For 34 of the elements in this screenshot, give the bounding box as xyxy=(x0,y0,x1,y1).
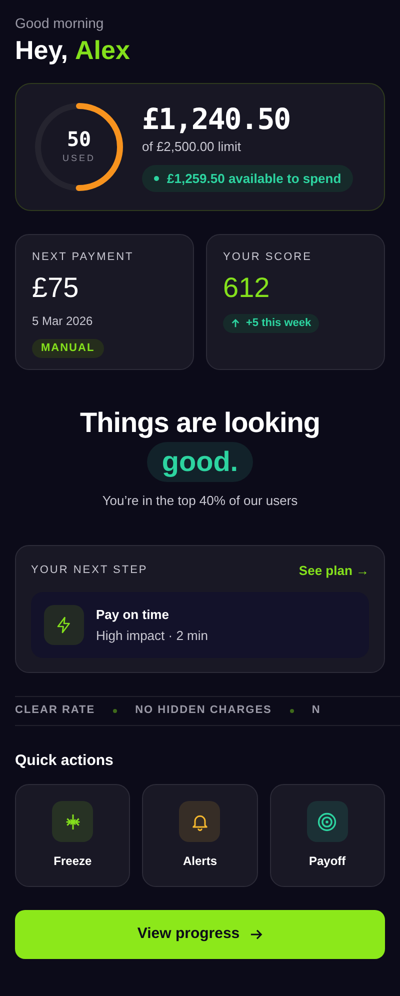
quick-action-button[interactable]: Alerts xyxy=(142,784,258,887)
view-progress-button[interactable]: View progress xyxy=(15,910,385,959)
quick-action-button[interactable]: Payoff xyxy=(270,784,385,887)
ticker-item: NO HIDDEN CHARGES xyxy=(135,703,272,718)
task-detail: High impact · 2 min xyxy=(96,627,208,645)
ticker-item: CLEAR RATE xyxy=(15,703,96,718)
available-badge: £1,259.50 available to spend xyxy=(142,164,354,192)
task-title: Pay on time xyxy=(96,606,170,624)
ticker-item: N xyxy=(312,703,321,718)
balance-amount: £1,240.50 xyxy=(142,102,290,136)
score-change-badge: +5 this week xyxy=(223,314,320,333)
user-name: Alex xyxy=(75,35,130,65)
stat-label: NEXT PAYMENT xyxy=(32,250,134,264)
payment-date: 5 Mar 2026 xyxy=(32,313,93,330)
summary-heading: Things are looking xyxy=(80,406,320,440)
usage-label: USED xyxy=(62,152,96,166)
lightning-icon xyxy=(44,605,84,645)
stat-label: YOUR SCORE xyxy=(223,250,312,264)
section-label: YOUR NEXT STEP xyxy=(31,563,148,578)
manual-badge: MANUAL xyxy=(32,339,104,358)
usage-value: 50 xyxy=(66,128,92,150)
stat-value: 612 xyxy=(223,271,270,305)
greeting-heading: Hey, xyxy=(15,35,68,65)
limit-text: of £2,500.00 limit xyxy=(142,138,242,156)
see-plan-link[interactable]: See plan → xyxy=(298,560,369,580)
summary-subtitle: You’re in the top 40% of our users xyxy=(102,492,298,510)
stat-value: £75 xyxy=(32,271,79,305)
task-item[interactable]: Pay on time High impact · 2 min xyxy=(31,592,369,658)
greeting-text: Good morning xyxy=(15,15,105,31)
up-arrow-icon xyxy=(231,319,240,328)
status-highlight: good. xyxy=(146,442,254,482)
section-heading: Quick actions xyxy=(15,750,114,770)
quick-action-button[interactable]: Freeze xyxy=(15,784,130,887)
arrow-right-icon xyxy=(250,928,263,941)
